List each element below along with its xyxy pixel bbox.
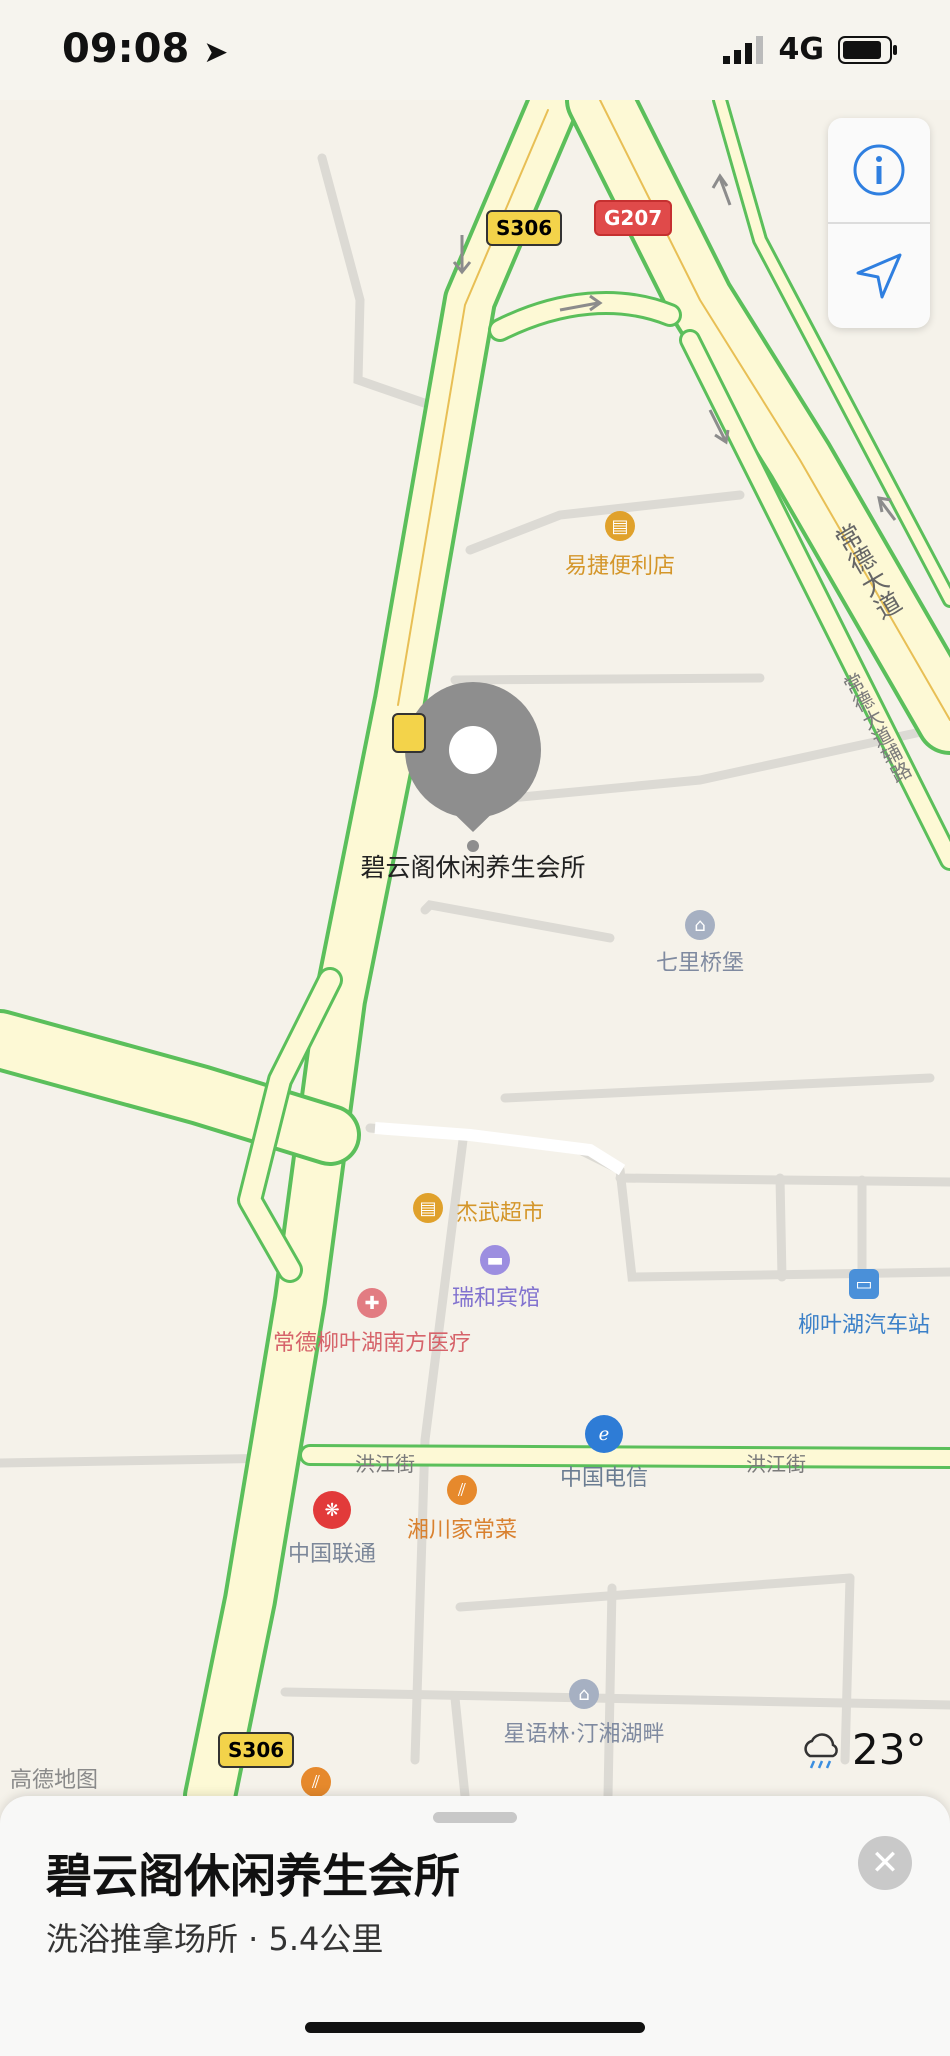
stethoscope-icon: ✚: [357, 1288, 387, 1318]
home-icon: ⌂: [685, 910, 715, 940]
road-shield-partial: [392, 713, 426, 753]
location-arrow-icon: ➤: [203, 35, 229, 70]
map-controls: [828, 118, 930, 328]
sheet-handle[interactable]: [433, 1812, 517, 1823]
place-sheet[interactable]: 碧云阁休闲养生会所 洗浴推拿场所 · 5.4公里 ✕: [0, 1796, 950, 2056]
telecom-icon: ℯ: [585, 1415, 623, 1453]
map-watermark: 高德地图: [10, 1768, 99, 1793]
close-icon: ✕: [870, 1843, 900, 1883]
info-icon: [853, 144, 905, 196]
signal-icon: [722, 35, 763, 64]
weather-widget: 23°: [800, 1725, 926, 1774]
status-right: 4G: [722, 32, 899, 67]
road-shield-s306: S306: [486, 210, 563, 246]
location-arrow-icon: [856, 253, 902, 299]
status-time: 09:08 ➤: [62, 26, 229, 72]
cloud-rain-icon: [804, 1732, 838, 1768]
road-shield-s306: S306: [218, 1732, 295, 1768]
close-button[interactable]: ✕: [858, 1836, 912, 1890]
bus-icon: ▭: [849, 1269, 879, 1299]
info-button[interactable]: [828, 118, 930, 222]
road-shield-g207: G207: [594, 200, 673, 236]
road-label-hongjiang: 洪江街: [355, 1452, 415, 1476]
place-title: 碧云阁休闲养生会所: [46, 1849, 460, 1903]
network-label: 4G: [778, 32, 825, 67]
road-label-hongjiang: 洪江街: [746, 1452, 806, 1476]
home-indicator[interactable]: [305, 2022, 645, 2033]
place-subtitle: 洗浴推拿场所 · 5.4公里: [46, 1920, 384, 1958]
restaurant-icon: ⫽: [447, 1475, 477, 1505]
home-icon: ⌂: [569, 1679, 599, 1709]
status-bar: 09:08 ➤ 4G: [0, 0, 950, 100]
unicom-icon: ❋: [313, 1491, 351, 1529]
shop-icon: ▤: [413, 1193, 443, 1223]
locate-button[interactable]: [828, 224, 930, 328]
weather-temp: 23°: [852, 1725, 927, 1774]
bed-icon: ▬: [480, 1245, 510, 1275]
shop-icon: ▤: [605, 511, 635, 541]
restaurant-icon: ⫽: [301, 1767, 331, 1797]
battery-icon: [838, 35, 897, 64]
